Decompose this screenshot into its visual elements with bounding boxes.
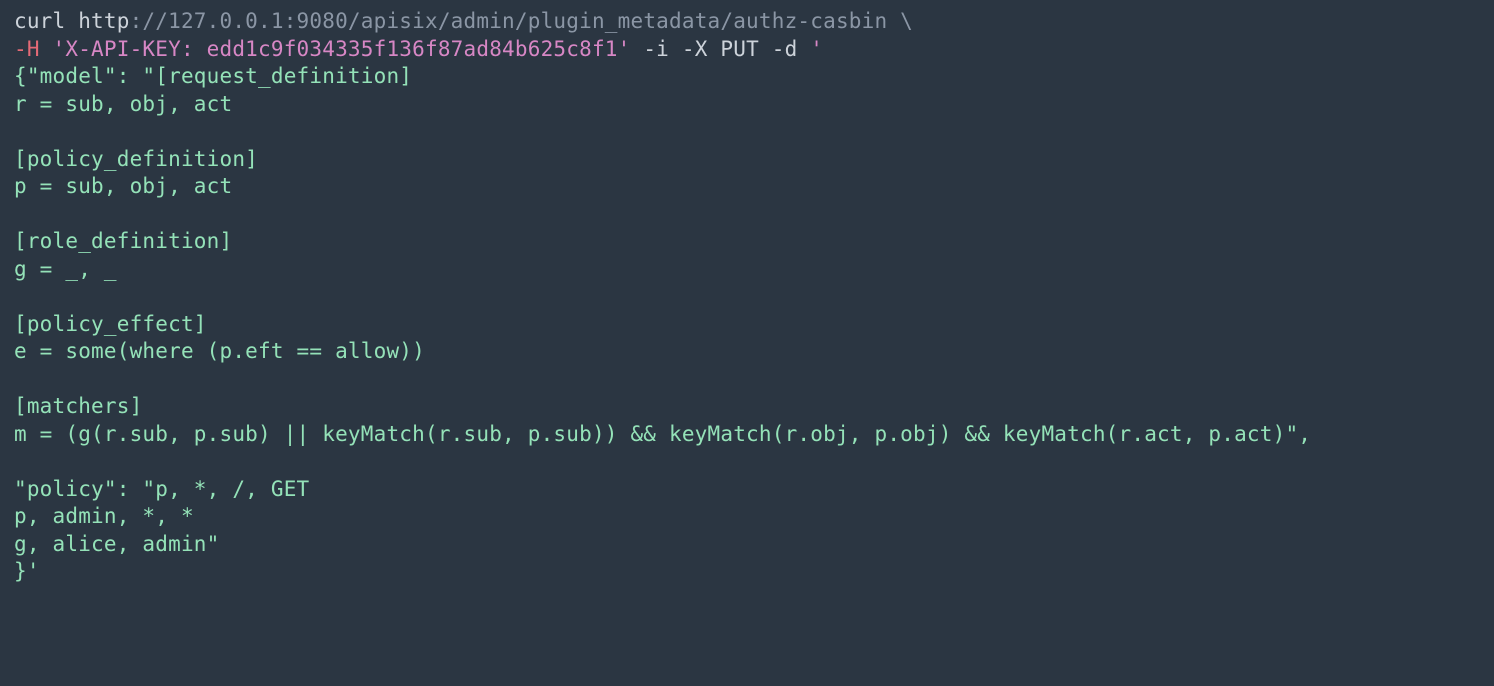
token-flag-h: -H bbox=[14, 37, 53, 61]
token-flags: -i -X bbox=[630, 37, 720, 61]
code-line: [policy_effect] bbox=[14, 312, 207, 336]
code-line: p, admin, *, * bbox=[14, 504, 194, 528]
code-line: [policy_definition] bbox=[14, 147, 258, 171]
code-line: p = sub, obj, act bbox=[14, 174, 232, 198]
code-line: m = (g(r.sub, p.sub) || keyMatch(r.sub, … bbox=[14, 422, 1311, 446]
token-url: ://127.0.0.1:9080/apisix/admin/plugin_me… bbox=[130, 9, 913, 33]
code-line: r = sub, obj, act bbox=[14, 92, 232, 116]
code-line: e = some(where (p.eft == allow)) bbox=[14, 339, 425, 363]
token-quote: ' bbox=[53, 37, 66, 61]
token-quote: ' bbox=[618, 37, 631, 61]
code-line: "policy": "p, *, /, GET bbox=[14, 477, 309, 501]
code-line: {"model": "[request_definition] bbox=[14, 64, 412, 88]
token-api-key: X-API-KEY: edd1c9f034335f136f87ad84b625c… bbox=[65, 37, 617, 61]
code-line: -H 'X-API-KEY: edd1c9f034335f136f87ad84b… bbox=[14, 37, 823, 61]
code-line: [role_definition] bbox=[14, 229, 232, 253]
code-line: g = _, _ bbox=[14, 257, 117, 281]
code-line: g, alice, admin" bbox=[14, 532, 220, 556]
code-line: [matchers] bbox=[14, 394, 142, 418]
token-d: -d bbox=[759, 37, 810, 61]
code-line: }' bbox=[14, 559, 40, 583]
token-curl: curl bbox=[14, 9, 78, 33]
code-line: curl http://127.0.0.1:9080/apisix/admin/… bbox=[14, 9, 913, 33]
token-http: http bbox=[78, 9, 129, 33]
token-put: PUT bbox=[720, 37, 759, 61]
code-block: curl http://127.0.0.1:9080/apisix/admin/… bbox=[0, 0, 1494, 594]
token-quote: ' bbox=[810, 37, 823, 61]
